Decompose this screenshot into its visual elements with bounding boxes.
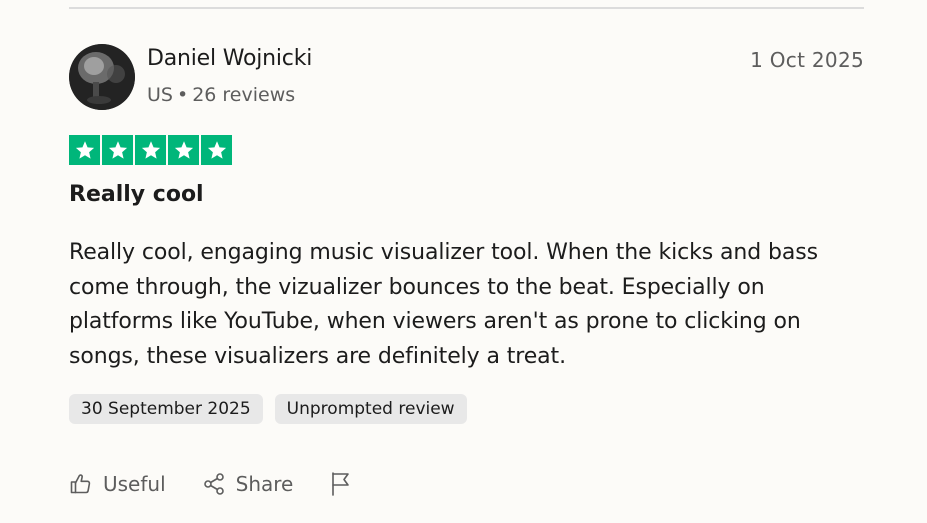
avatar[interactable] [69, 44, 135, 110]
review-title: Really cool [69, 182, 204, 207]
useful-button[interactable]: Useful [69, 472, 166, 496]
star-icon [168, 135, 199, 165]
author-review-count: 26 reviews [192, 84, 296, 106]
share-label: Share [235, 472, 294, 496]
author-country: US [147, 84, 173, 106]
share-icon [203, 473, 224, 495]
star-icon [201, 135, 232, 165]
review-type-badge[interactable]: Unprompted review [274, 394, 467, 424]
star-icon [102, 135, 133, 165]
star-icon [69, 135, 100, 165]
review-body: Really cool, engaging music visualizer t… [69, 240, 818, 369]
review-tags: 30 September 2025 Unprompted review [69, 394, 467, 424]
experience-date-badge: 30 September 2025 [69, 394, 263, 424]
meta-separator: • [176, 84, 189, 106]
author-meta: US • 26 reviews [147, 84, 295, 106]
flag-icon [332, 472, 350, 496]
author-name[interactable]: Daniel Wojnicki [147, 46, 312, 71]
thumbs-up-icon [70, 474, 91, 494]
report-button[interactable] [329, 471, 353, 497]
review-actions: Useful Share [69, 468, 389, 500]
star-icon [135, 135, 166, 165]
review-date: 1 Oct 2025 [750, 48, 864, 72]
review-header: Daniel Wojnicki US • 26 reviews 1 Oct 2025 [69, 44, 864, 112]
star-rating [69, 135, 232, 165]
share-button[interactable]: Share [202, 472, 294, 496]
top-divider [69, 7, 864, 9]
useful-label: Useful [103, 472, 166, 496]
